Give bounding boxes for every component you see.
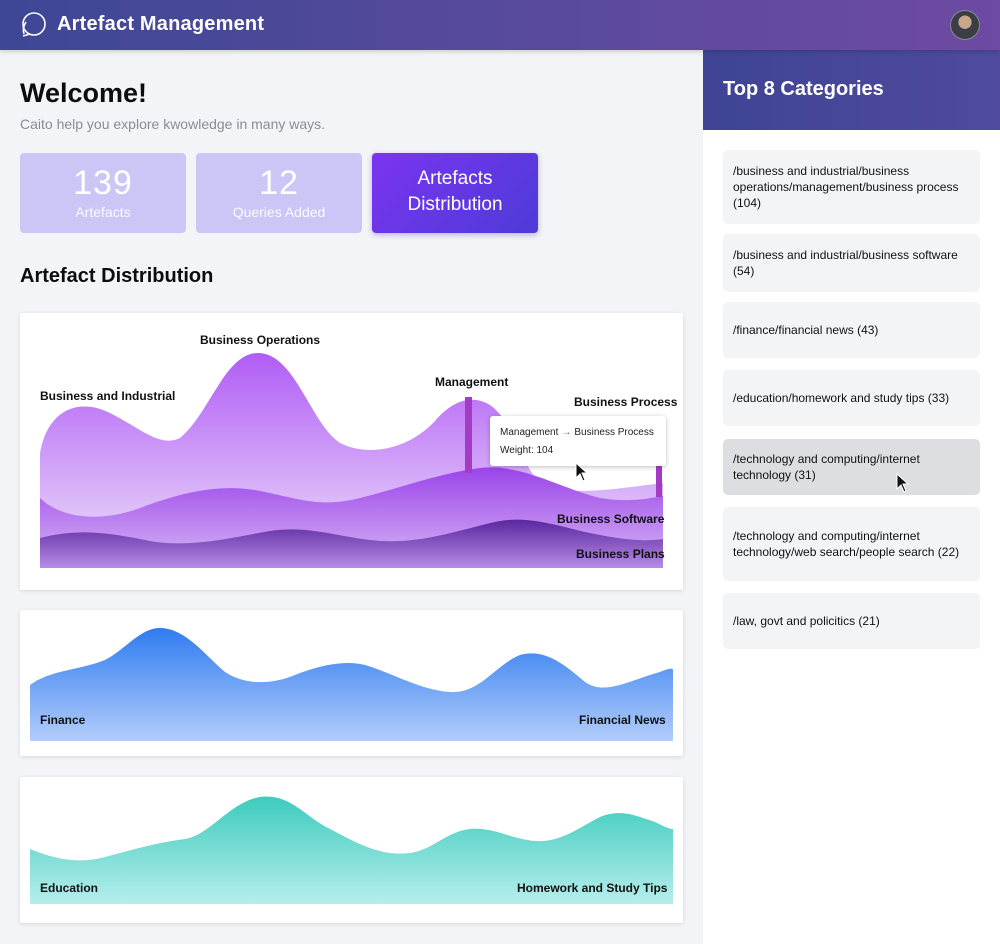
label-finance: Finance [40,713,86,727]
category-item[interactable]: /law, govt and policitics (21) [723,593,980,649]
artefacts-distribution-button[interactable]: Artefacts Distribution [372,153,538,233]
mouse-cursor-icon [575,462,589,482]
label-homework-and-study-tips: Homework and Study Tips [517,881,668,895]
welcome-title: Welcome! [20,78,148,108]
highlight-bar-management [465,397,472,473]
stat-label: Queries Added [232,204,326,220]
stat-value: 139 [73,164,133,202]
sidebar-header: Top 8 Categories [703,50,1000,130]
button-label-line2: Distribution [407,194,503,215]
label-business-and-industrial: Business and Industrial [40,389,176,403]
main-content: Welcome! Caito help you explore kwowledg… [0,50,703,944]
categories-sidebar: Top 8 Categories /business and industria… [703,50,1000,944]
highlight-bar-business-process [656,463,662,497]
tooltip-from: Management [500,427,559,438]
logo-icon[interactable] [18,10,48,40]
category-item[interactable]: /technology and computing/internet techn… [723,507,980,581]
label-business-operations: Business Operations [200,333,321,347]
arrow-right-icon: → [561,427,572,438]
section-title: Artefact Distribution [20,265,214,287]
category-item[interactable]: /business and industrial/business softwa… [723,234,980,292]
label-financial-news: Financial News [579,713,666,727]
category-item[interactable]: /business and industrial/business operat… [723,150,980,224]
category-item[interactable]: /education/homework and study tips (33) [723,370,980,426]
mouse-cursor-icon [896,473,910,493]
label-business-software: Business Software [557,512,665,526]
stat-value: 12 [259,164,299,202]
finance-stream-chart: Finance Financial News [20,610,683,756]
business-stream-chart: Business and Industrial Business Operati… [20,313,683,590]
education-stream-svg [30,796,673,904]
tooltip-weight: Weight: 104 [500,445,554,456]
education-stream-chart: Education Homework and Study Tips [20,777,683,923]
tooltip-to: Business Process [574,427,654,438]
label-education: Education [40,881,99,895]
finance-stream[interactable] [30,628,673,741]
label-business-process: Business Process [574,395,678,409]
label-business-plans: Business Plans [576,547,665,561]
top-bar: Artefact Management [0,0,1000,50]
tooltip-flow: Management → Business Process [500,427,654,438]
stat-label: Artefacts [75,204,131,220]
sidebar-title: Top 8 Categories [723,78,884,100]
app-title: Artefact Management [57,13,265,35]
button-label-line1: Artefacts [417,168,493,189]
stat-card-artefacts[interactable]: 139 Artefacts [20,153,186,233]
welcome-subtitle: Caito help you explore kwowledge in many… [20,116,326,132]
user-avatar[interactable] [950,10,980,40]
stat-card-queries[interactable]: 12 Queries Added [196,153,362,233]
category-item[interactable]: /finance/financial news (43) [723,302,980,358]
flow-tooltip: Management → Business Process Weight: 104 [490,416,666,466]
label-management: Management [435,375,509,389]
category-item[interactable]: /technology and computing/internet techn… [723,439,980,495]
finance-stream-svg [30,628,673,741]
